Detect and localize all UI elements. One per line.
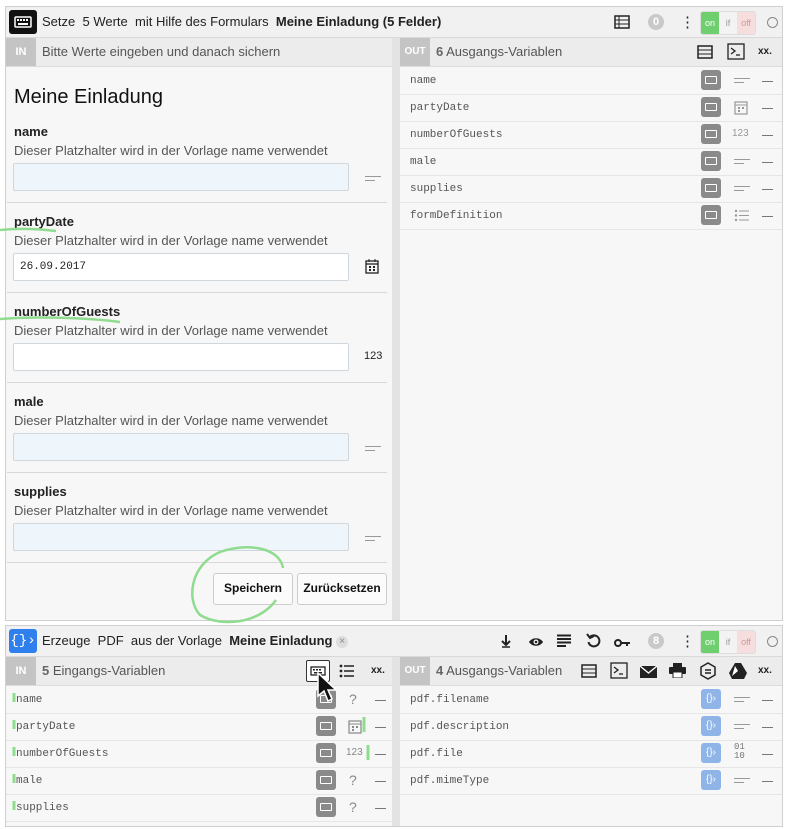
mouse-cursor-icon bbox=[317, 672, 338, 703]
green-annotation-ticks bbox=[12, 693, 370, 810]
